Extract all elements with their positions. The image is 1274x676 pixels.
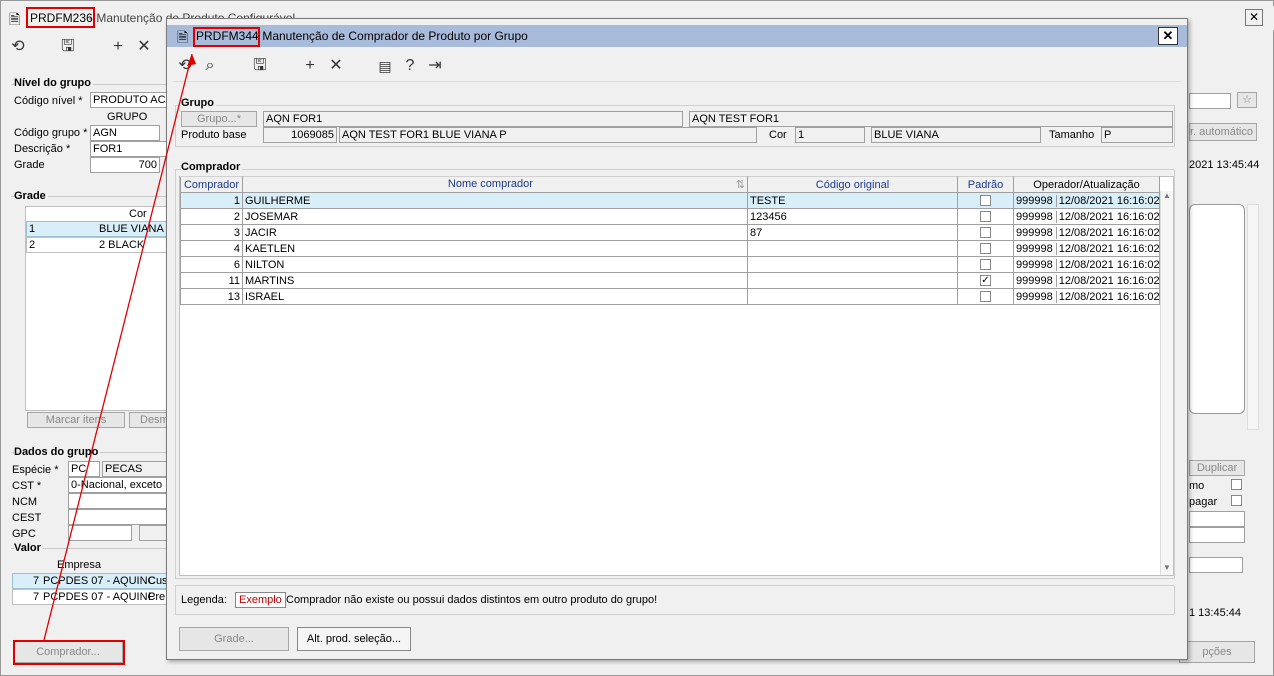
annotation-arrow bbox=[43, 53, 196, 641]
